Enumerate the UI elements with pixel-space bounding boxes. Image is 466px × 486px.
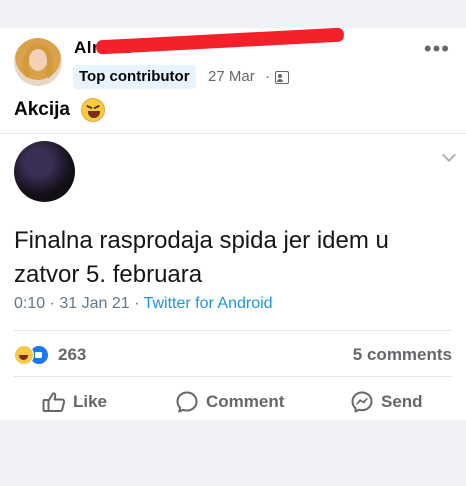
divider <box>14 330 452 331</box>
messenger-icon <box>351 391 373 413</box>
tweet-meta: 0:10 · 31 Jan 21 · Twitter for Android <box>14 295 273 312</box>
chevron-down-icon <box>441 147 457 163</box>
divider <box>14 376 452 377</box>
reactions-count: 263 <box>58 345 87 364</box>
haha-reaction-icon <box>14 345 34 365</box>
tweet-date: 31 Jan 21 <box>59 295 130 312</box>
meta-separator: · <box>265 68 270 85</box>
tweet-text: Finalna rasprodaja spida jer idem u zatv… <box>14 227 389 288</box>
comment-button[interactable]: Comment <box>175 384 284 420</box>
top-contributor-badge: Top contributor <box>73 65 196 89</box>
action-bar: Like Comment Send <box>0 384 466 420</box>
author-avatar[interactable] <box>14 38 62 86</box>
facebook-post: Alma D Top contributor 27 Mar · ••• Akci… <box>0 27 466 420</box>
comment-icon <box>176 391 198 413</box>
post-date[interactable]: 27 Mar <box>208 68 255 85</box>
friends-icon <box>275 71 289 84</box>
divider <box>0 133 466 134</box>
more-options-icon[interactable]: ••• <box>424 38 450 60</box>
tweet-time: 0:10 <box>14 295 46 312</box>
comment-label: Comment <box>206 392 285 411</box>
send-button[interactable]: Send <box>350 384 423 420</box>
thumbs-up-icon <box>42 392 66 412</box>
send-label: Send <box>381 392 423 411</box>
laughing-emoji-icon <box>81 98 105 122</box>
redaction-mark <box>95 27 345 55</box>
tweet-source: Twitter for Android <box>143 295 273 312</box>
comments-count-link[interactable]: 5 comments <box>353 345 452 365</box>
tweet-author-avatar <box>14 141 75 202</box>
post-caption: Akcija <box>14 99 70 120</box>
like-button[interactable]: Like <box>42 384 107 420</box>
like-label: Like <box>73 392 108 411</box>
